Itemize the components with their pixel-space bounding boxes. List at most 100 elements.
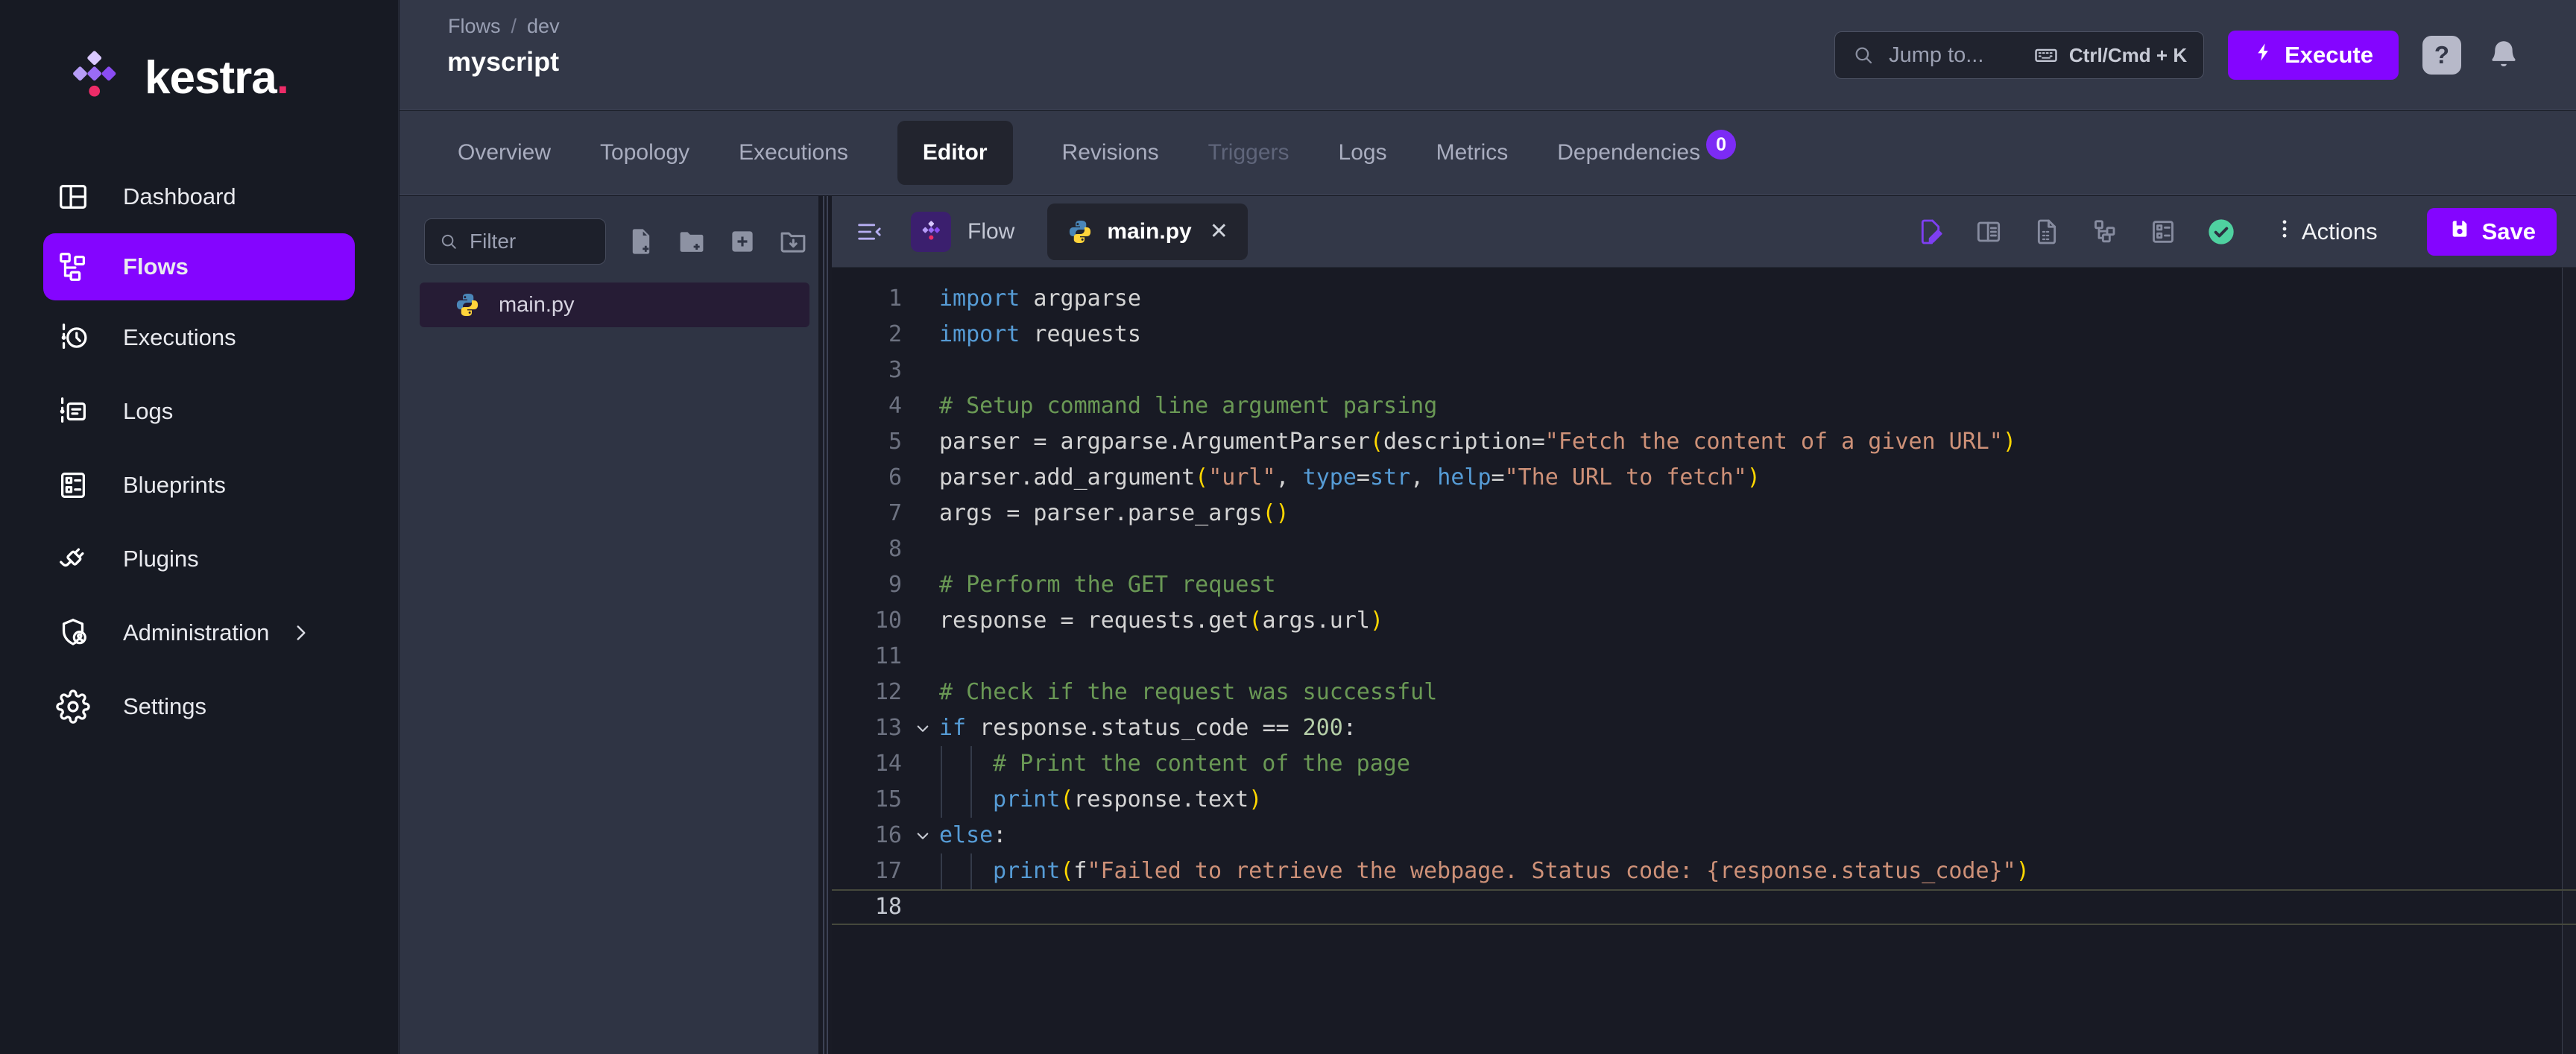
code-text: # Setup command line argument parsing [939, 393, 1438, 419]
tab-metrics[interactable]: Metrics [1436, 140, 1509, 165]
code-line-13[interactable]: 13 if response.status_code == 200: [832, 710, 2576, 746]
tab-revisions[interactable]: Revisions [1062, 140, 1159, 165]
sidebar-item-label: Plugins [123, 545, 199, 572]
logo-text: kestra. [145, 51, 289, 104]
tab-topology[interactable]: Topology [600, 140, 689, 165]
flow-editor-tab[interactable]: Flow [911, 211, 1014, 252]
code-line-7[interactable]: 7 args = parser.parse_args() [832, 496, 2576, 531]
tab-label: Revisions [1061, 140, 1159, 165]
fold-gutter [906, 353, 939, 388]
breadcrumb-flows[interactable]: Flows [448, 15, 501, 38]
code-line-14[interactable]: 14 # Print the content of the page [832, 746, 2576, 782]
sidebar-item-administration[interactable]: Administration [0, 596, 398, 669]
fold-gutter [906, 531, 939, 567]
kestra-logo[interactable]: kestra. [0, 0, 398, 109]
tab-dependencies[interactable]: Dependencies 0 [1557, 130, 1737, 165]
code-line-16[interactable]: 16 else: [832, 818, 2576, 853]
fold-chevron-icon[interactable] [906, 710, 939, 746]
new-file-icon[interactable] [625, 226, 657, 257]
tab-label: Overview [458, 140, 552, 165]
tab-editor[interactable]: Editor [897, 121, 1013, 185]
sidebar-item-dashboard[interactable]: Dashboard [0, 160, 398, 233]
code-line-8[interactable]: 8 [832, 531, 2576, 567]
add-icon[interactable] [727, 226, 758, 257]
code-line-3[interactable]: 3 [832, 353, 2576, 388]
code-line-10[interactable]: 10 response = requests.get(args.url) [832, 603, 2576, 639]
kestra-flow-icon [911, 211, 951, 252]
filter-input[interactable]: Filter [424, 218, 606, 265]
fold-gutter [906, 782, 939, 818]
file-tab-main-py[interactable]: main.py ✕ [1047, 203, 1248, 260]
dashboard-icon [56, 180, 90, 214]
sidebar-item-label: Dashboard [123, 183, 236, 209]
valid-check-icon[interactable] [2206, 217, 2236, 247]
sidebar-item-blueprints[interactable]: Blueprints [0, 448, 398, 522]
tab-overview[interactable]: Overview [458, 140, 551, 165]
code-line-12[interactable]: 12 # Check if the request was successful [832, 675, 2576, 710]
save-button[interactable]: Save [2426, 207, 2557, 256]
code-editor[interactable]: 1 import argparse 2 import requests 3 4 # Setu… [832, 267, 2576, 1054]
fold-gutter [906, 675, 939, 710]
code-line-11[interactable]: 11 [832, 639, 2576, 675]
code-text: import requests [939, 321, 1141, 347]
tab-logs[interactable]: Logs [1339, 140, 1387, 165]
code-line-18[interactable]: 18 [832, 889, 2576, 925]
close-tab-icon[interactable]: ✕ [1210, 218, 1228, 244]
help-button[interactable]: ? [2422, 36, 2461, 75]
code-line-4[interactable]: 4 # Setup command line argument parsing [832, 388, 2576, 424]
flows-icon [56, 250, 90, 284]
code-text: args = parser.parse_args() [939, 500, 1289, 526]
code-line-2[interactable]: 2 import requests [832, 317, 2576, 353]
import-folder-icon[interactable] [777, 226, 809, 257]
actions-button[interactable]: Actions [2272, 216, 2378, 247]
code-line-15[interactable]: 15 print(response.text) [832, 782, 2576, 818]
fold-gutter [906, 281, 939, 317]
code-text: else: [939, 822, 1007, 848]
code-text: import argparse [939, 285, 1141, 312]
line-number: 14 [874, 751, 902, 777]
code-text: print(f "Failed to retrieve the webpage. … [939, 853, 2030, 889]
notifications-bell-icon[interactable] [2485, 37, 2522, 74]
blueprint-icon[interactable] [2148, 217, 2178, 247]
topology-icon[interactable] [2090, 217, 2120, 247]
fold-gutter [906, 317, 939, 353]
sidebar-item-executions[interactable]: Executions [0, 300, 398, 374]
sidebar-item-plugins[interactable]: Plugins [0, 522, 398, 596]
split-panel-icon[interactable] [1974, 217, 2004, 247]
sidebar-item-logs[interactable]: Logs [0, 374, 398, 448]
tab-label: Metrics [1436, 140, 1509, 165]
file-lines-icon[interactable] [2032, 217, 2062, 247]
line-number: 5 [888, 429, 902, 455]
sidebar-item-settings[interactable]: Settings [0, 669, 398, 743]
breadcrumb-separator: / [511, 15, 517, 37]
edit-doc-icon[interactable] [1916, 217, 1945, 247]
breadcrumb[interactable]: Flows / dev [448, 15, 560, 38]
sidebar-item-flows[interactable]: Flows [43, 233, 355, 300]
code-line-9[interactable]: 9 # Perform the GET request [832, 567, 2576, 603]
new-folder-icon[interactable] [676, 226, 707, 257]
tab-triggers[interactable]: Triggers [1208, 140, 1289, 165]
code-line-1[interactable]: 1 import argparse [832, 281, 2576, 317]
python-file-icon [1067, 218, 1093, 245]
collapse-sidebar-icon[interactable] [854, 217, 884, 247]
code-line-17[interactable]: 17 print(f "Failed to retrieve the webpage… [832, 853, 2576, 889]
file-tree-item-main-py[interactable]: main.py [420, 283, 809, 327]
panel-resize-handle[interactable] [818, 196, 832, 1054]
code-line-6[interactable]: 6 parser.add_argument("url", type = str, he… [832, 460, 2576, 496]
line-number: 11 [874, 643, 902, 669]
sidebar-item-label: Blueprints [123, 471, 226, 498]
tab-label: Topology [600, 140, 690, 165]
jump-to-search[interactable]: Jump to... Ctrl/Cmd + K [1834, 31, 2205, 79]
fold-chevron-icon[interactable] [906, 818, 939, 853]
indent-guide [939, 746, 993, 782]
code-line-5[interactable]: 5 parser = argparse.ArgumentParser(descri… [832, 424, 2576, 460]
execute-button[interactable]: Execute [2228, 31, 2399, 80]
tab-executions[interactable]: Executions [739, 140, 848, 165]
fold-gutter [906, 460, 939, 496]
kestra-mark-icon [73, 51, 116, 97]
breadcrumb-namespace[interactable]: dev [527, 15, 560, 38]
fold-gutter [906, 496, 939, 531]
administration-icon [56, 616, 90, 650]
fold-gutter [906, 567, 939, 603]
sidebar-item-label: Logs [123, 397, 174, 424]
